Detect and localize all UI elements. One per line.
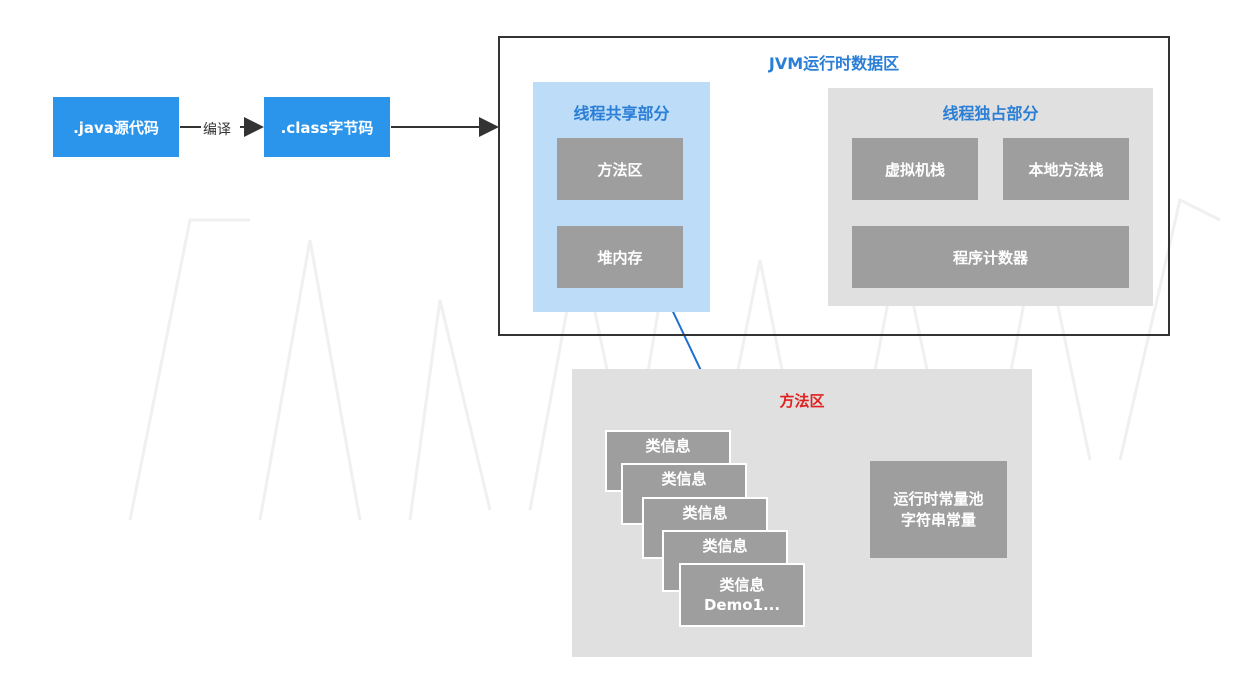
method-area-box: 方法区 xyxy=(557,138,683,200)
thread-exclusive-title: 线程独占部分 xyxy=(942,104,1039,123)
constant-pool-label: 运行时常量池 xyxy=(893,489,984,508)
class-info-label: 类信息 xyxy=(719,576,765,594)
program-counter-box: 程序计数器 xyxy=(852,226,1129,288)
class-info-label: 类信息 xyxy=(661,470,707,488)
heap-box: 堆内存 xyxy=(557,226,683,288)
native-method-stack-box: 本地方法栈 xyxy=(1003,138,1129,200)
class-info-label: 类信息 xyxy=(645,437,691,455)
method-area-detail-title: 方法区 xyxy=(779,392,825,410)
class-info-card: 类信息 Demo1... xyxy=(679,563,805,627)
jvm-title: JVM运行时数据区 xyxy=(768,54,900,73)
string-constant-label: 字符串常量 xyxy=(900,510,976,529)
class-info-sublabel: Demo1... xyxy=(703,596,781,614)
class-info-label: 类信息 xyxy=(682,504,728,522)
class-info-label: 类信息 xyxy=(702,537,748,555)
vm-stack-box: 虚拟机栈 xyxy=(852,138,978,200)
thread-shared-title: 线程共享部分 xyxy=(573,104,670,123)
runtime-constant-pool-box: 运行时常量池 字符串常量 xyxy=(870,461,1007,558)
